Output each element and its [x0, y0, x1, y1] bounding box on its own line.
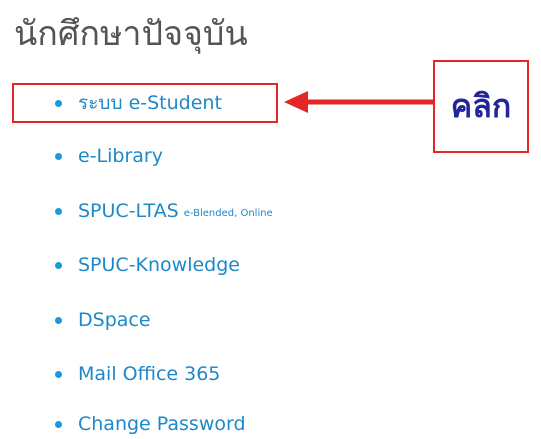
- bullet-icon: [55, 152, 62, 160]
- link-label[interactable]: Mail Office 365: [78, 363, 220, 385]
- bullet-icon: [55, 316, 62, 324]
- link-label[interactable]: Change Password: [78, 413, 246, 435]
- arrow-left-icon: [284, 91, 434, 113]
- link-sublabel[interactable]: e-Blended, Online: [184, 208, 273, 219]
- link-item-e-library[interactable]: e-Library: [55, 141, 163, 171]
- bullet-icon: [55, 207, 62, 215]
- click-annotation-label: คลิก: [450, 87, 512, 125]
- link-label[interactable]: SPUC-LTAS: [78, 200, 179, 222]
- bullet-icon: [55, 261, 62, 269]
- section-heading: นักศึกษาปัจจุบัน: [14, 14, 248, 54]
- link-item-mail-office-365[interactable]: Mail Office 365: [55, 359, 220, 389]
- bullet-icon: [55, 420, 62, 428]
- link-label[interactable]: SPUC-Knowledge: [78, 254, 240, 276]
- link-item-spuc-ltas[interactable]: SPUC-LTAS e-Blended, Online: [55, 196, 273, 226]
- bullet-icon: [55, 370, 62, 378]
- link-label[interactable]: e-Library: [78, 145, 163, 167]
- click-annotation-box: คลิก: [433, 60, 529, 153]
- link-item-dspace[interactable]: DSpace: [55, 305, 151, 335]
- highlight-box: [12, 83, 278, 123]
- link-label[interactable]: DSpace: [78, 309, 151, 331]
- link-item-spuc-knowledge[interactable]: SPUC-Knowledge: [55, 250, 240, 280]
